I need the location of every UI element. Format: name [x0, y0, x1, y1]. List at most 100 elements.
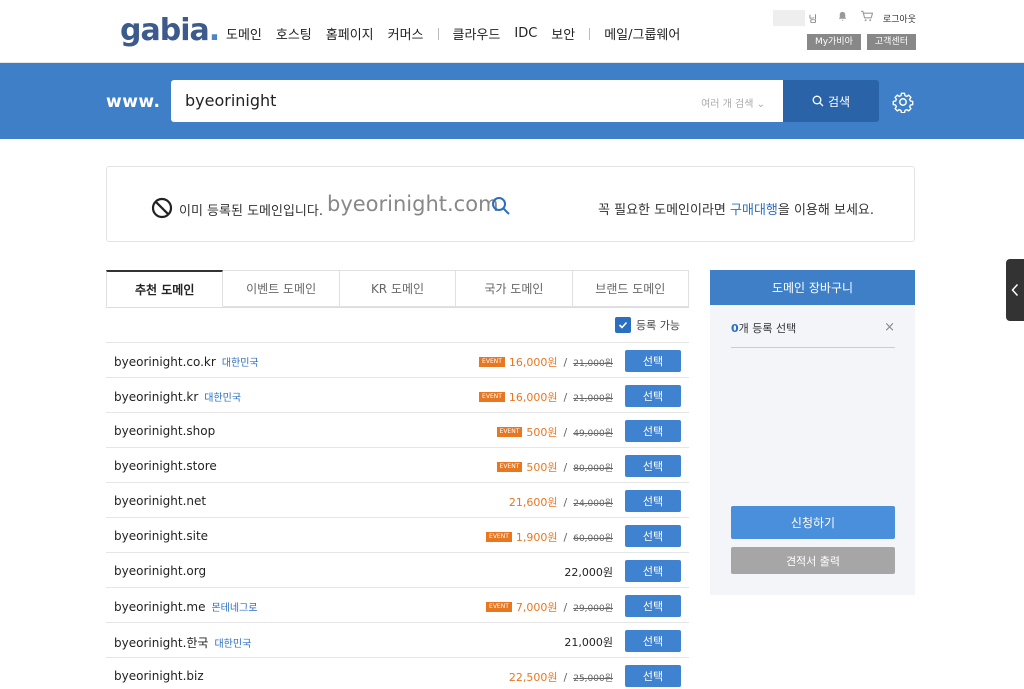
- price-box: EVENT 500원 / 49,000원: [496, 424, 613, 440]
- price-separator: /: [563, 425, 568, 439]
- event-badge: EVENT: [479, 357, 505, 367]
- select-button[interactable]: 선택: [625, 455, 681, 477]
- purchase-hint: 꼭 필요한 도메인이라면 구매대행을 이용해 보세요.: [598, 203, 874, 218]
- nav-homepage[interactable]: 홈페이지: [326, 24, 374, 43]
- cart-count: 0개 등록 선택: [731, 322, 797, 335]
- cart-divider: [731, 347, 895, 348]
- close-icon[interactable]: ×: [884, 320, 895, 335]
- price-separator: /: [563, 600, 568, 614]
- apply-button[interactable]: 신청하기: [731, 506, 895, 539]
- nav-idc[interactable]: IDC: [514, 26, 537, 41]
- select-button[interactable]: 선택: [625, 630, 681, 652]
- original-price: 60,000원: [573, 533, 613, 544]
- domain-row: byeorinight.shop EVENT 500원 / 49,000원 선택: [106, 412, 689, 447]
- domain-name: byeorinight.org: [114, 564, 207, 578]
- registered-domain: byeorinight.com: [327, 192, 499, 216]
- tab-recommended[interactable]: 추천 도메인: [106, 270, 224, 307]
- search-button[interactable]: 검색: [783, 80, 879, 122]
- original-price: 24,000원: [573, 498, 613, 509]
- domain-name: byeorinight.kr 대한민국: [114, 390, 242, 404]
- nav-commerce[interactable]: 커머스: [388, 24, 424, 43]
- tab-country[interactable]: 국가 도메인: [456, 270, 573, 307]
- price-box: EVENT 7,000원 / 29,000원: [486, 599, 613, 615]
- top-header: gabia. 도메인 호스팅 홈페이지 커머스 클라우드 IDC 보안 메일/그…: [0, 0, 1024, 63]
- price-box: 22,000원: [564, 564, 613, 580]
- search-band: www. byeorinight 여러 개 검색 ⌄ 검색: [0, 63, 1024, 139]
- domain-name: byeorinight.shop: [114, 424, 216, 438]
- select-button[interactable]: 선택: [625, 385, 681, 407]
- original-price: 21,000원: [573, 393, 613, 404]
- select-button[interactable]: 선택: [625, 525, 681, 547]
- price-box: 21,600원 / 24,000원: [509, 494, 613, 510]
- original-price: 21,000원: [573, 358, 613, 369]
- domain-row: byeorinight.한국 대한민국 21,000원 선택: [106, 622, 689, 657]
- registered-notice: 이미 등록된 도메인입니다. byeorinight.com 꼭 필요한 도메인…: [106, 166, 915, 242]
- tab-kr[interactable]: KR 도메인: [339, 270, 457, 307]
- domain-region: 몬테네그로: [211, 603, 258, 614]
- nav-divider: [437, 27, 439, 40]
- price-box: EVENT 1,900원 / 60,000원: [486, 529, 613, 545]
- domain-row: byeorinight.net 21,600원 / 24,000원 선택: [106, 482, 689, 517]
- tab-event[interactable]: 이벤트 도메인: [223, 270, 340, 307]
- tab-brand[interactable]: 브랜드 도메인: [572, 270, 690, 307]
- checkbox-checked-icon[interactable]: [615, 317, 631, 333]
- nav-cloud[interactable]: 클라우드: [453, 24, 501, 43]
- logout-link[interactable]: 로그아웃: [883, 12, 916, 25]
- price-box: 22,500원 / 25,000원: [509, 669, 613, 685]
- bell-icon[interactable]: [835, 10, 851, 26]
- select-button[interactable]: 선택: [625, 595, 681, 617]
- domain-price: 1,900원: [515, 531, 558, 544]
- domain-price: 500원: [526, 461, 558, 474]
- domain-tabs: 추천 도메인 이벤트 도메인 KR 도메인 국가 도메인 브랜드 도메인: [106, 270, 690, 308]
- available-filter[interactable]: 등록 가능: [615, 317, 680, 333]
- search-value: byeorinight: [185, 91, 277, 110]
- domain-name: byeorinight.biz: [114, 669, 204, 683]
- select-button[interactable]: 선택: [625, 350, 681, 372]
- nav-security[interactable]: 보안: [551, 24, 575, 43]
- price-separator: /: [563, 460, 568, 474]
- ban-icon: [151, 197, 173, 219]
- main-nav: 도메인 호스팅 홈페이지 커머스 클라우드 IDC 보안 메일/그룹웨어: [226, 24, 694, 43]
- price-separator: /: [563, 390, 568, 404]
- gear-icon[interactable]: [892, 91, 914, 113]
- domain-search-input[interactable]: byeorinight 여러 개 검색 ⌄: [171, 80, 783, 122]
- search-icon: [812, 95, 824, 107]
- select-button[interactable]: 선택: [625, 420, 681, 442]
- domain-price: 21,000원: [564, 636, 613, 649]
- original-price: 25,000원: [573, 673, 613, 684]
- domain-name: byeorinight.net: [114, 494, 207, 508]
- gabia-logo[interactable]: gabia.: [120, 13, 220, 48]
- domain-name: byeorinight.co.kr 대한민국: [114, 355, 259, 369]
- cart-icon[interactable]: [859, 10, 875, 26]
- nav-hosting[interactable]: 호스팅: [276, 24, 312, 43]
- search-icon[interactable]: [491, 196, 511, 216]
- select-button[interactable]: 선택: [625, 490, 681, 512]
- select-button[interactable]: 선택: [625, 560, 681, 582]
- domain-price: 16,000원: [508, 356, 558, 369]
- side-panel-toggle[interactable]: [1006, 259, 1024, 321]
- multi-search-toggle[interactable]: 여러 개 검색 ⌄: [701, 95, 765, 110]
- domain-price: 16,000원: [508, 391, 558, 404]
- purchase-agent-link[interactable]: 구매대행: [730, 203, 778, 218]
- nav-domain[interactable]: 도메인: [226, 24, 262, 43]
- event-badge: EVENT: [496, 462, 523, 472]
- domain-row: byeorinight.kr 대한민국 EVENT 16,000원 / 21,000원 선택: [106, 377, 689, 412]
- event-badge: EVENT: [486, 602, 512, 612]
- my-gabia-button[interactable]: My가비아: [806, 34, 861, 50]
- domain-region: 대한민국: [204, 393, 242, 404]
- domain-row: byeorinight.biz 22,500원 / 25,000원 선택: [106, 657, 689, 689]
- price-separator: /: [563, 530, 568, 544]
- support-button[interactable]: 고객센터: [866, 34, 916, 50]
- domain-name: byeorinight.store: [114, 459, 217, 473]
- domain-price: 21,600원: [508, 496, 558, 509]
- select-button[interactable]: 선택: [625, 665, 681, 687]
- domain-cart: 도메인 장바구니 0개 등록 선택 × 신청하기 견적서 출력: [710, 270, 915, 595]
- quote-print-button[interactable]: 견적서 출력: [731, 547, 895, 574]
- original-price: 80,000원: [573, 463, 613, 474]
- domain-region: 대한민국: [214, 639, 252, 650]
- domain-region: 대한민국: [221, 358, 259, 369]
- domain-price: 22,000원: [564, 566, 613, 579]
- nav-divider: [589, 27, 591, 40]
- nav-mail-groupware[interactable]: 메일/그룹웨어: [604, 24, 680, 43]
- domain-price: 22,500원: [508, 671, 558, 684]
